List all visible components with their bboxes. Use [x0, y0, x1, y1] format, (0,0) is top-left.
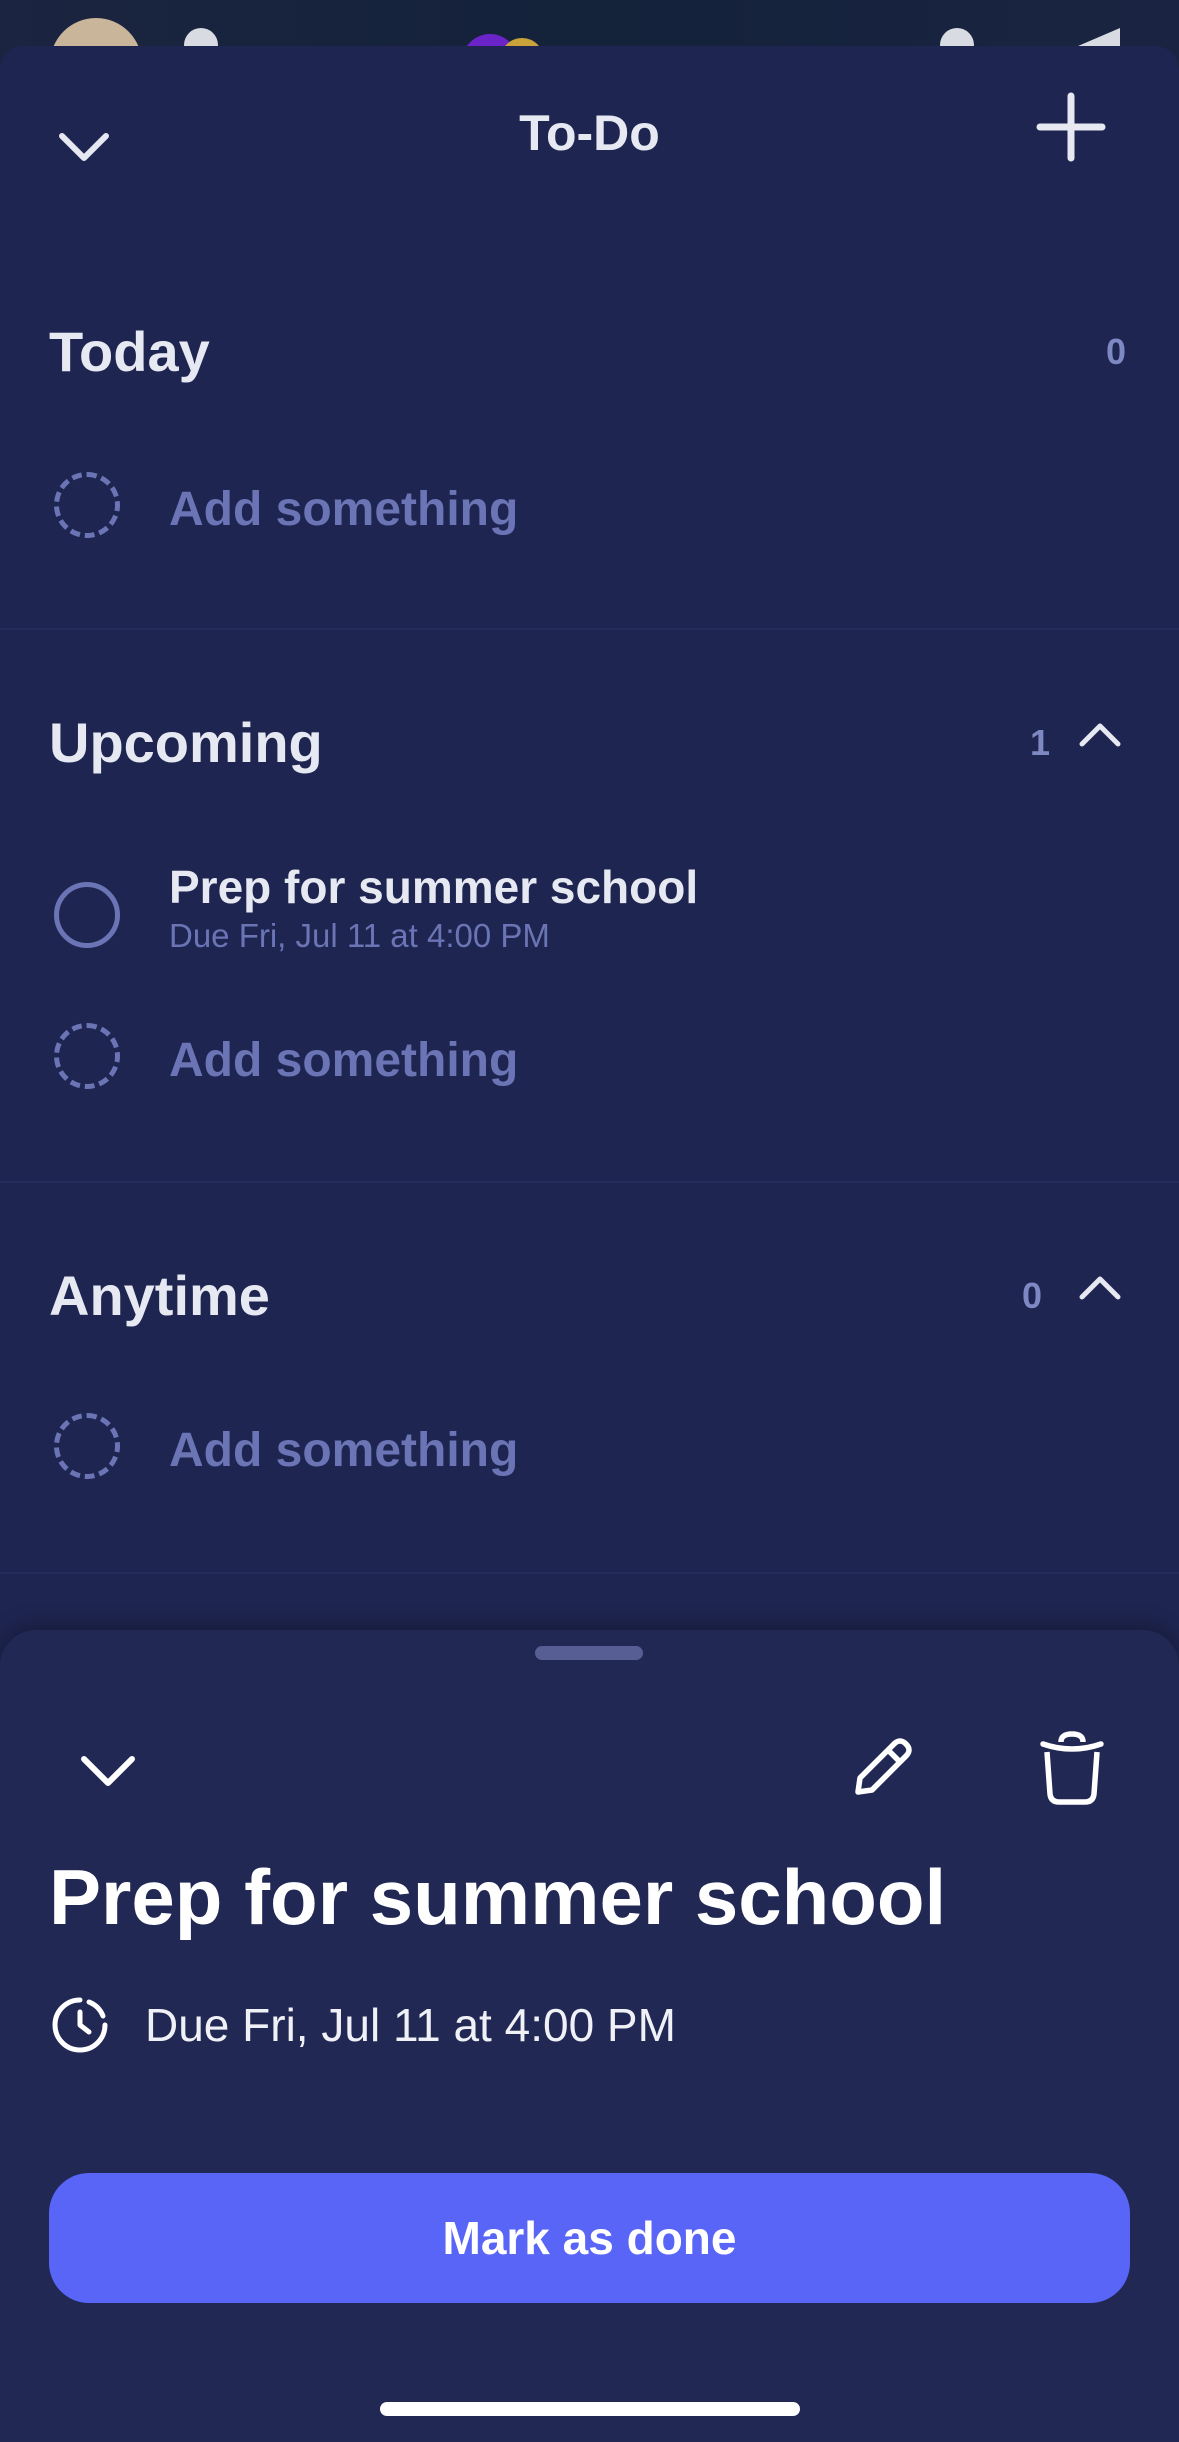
- collapse-section-button[interactable]: [1078, 1273, 1122, 1306]
- delete-button[interactable]: [1026, 1722, 1118, 1814]
- detail-due-date: Due Fri, Jul 11 at 4:00 PM: [145, 1999, 676, 2051]
- chevron-up-icon: [1079, 1276, 1121, 1300]
- mark-as-done-button[interactable]: Mark as done: [49, 2173, 1130, 2303]
- add-something-row[interactable]: Add something: [0, 468, 1179, 568]
- add-circle-icon: [54, 472, 120, 538]
- task-title: Prep for summer school: [169, 861, 699, 913]
- add-circle-icon: [54, 1023, 120, 1089]
- task-detail-sheet: Prep for summer school Due Fri, Jul 11 a…: [0, 1630, 1179, 2442]
- task-checkbox[interactable]: [54, 882, 120, 948]
- plus-icon: [1036, 92, 1106, 162]
- task-row[interactable]: Prep for summer school Due Fri, Jul 11 a…: [0, 860, 1179, 970]
- edit-button[interactable]: [836, 1722, 928, 1814]
- todo-sheet: To-Do Today 0 Add something Upcoming 1 P…: [0, 46, 1179, 2442]
- clock-icon: [52, 1997, 108, 2053]
- section-title: Anytime: [49, 1264, 270, 1327]
- home-indicator: [380, 2402, 800, 2416]
- detail-due-row: Due Fri, Jul 11 at 4:00 PM: [49, 1990, 676, 2060]
- section-today: Today 0 Add something: [0, 221, 1179, 630]
- header: To-Do: [0, 46, 1179, 221]
- add-something-label: Add something: [169, 1034, 519, 1087]
- section-title: Today: [49, 320, 210, 383]
- add-something-label: Add something: [169, 1424, 519, 1477]
- pencil-icon: [855, 1738, 912, 1795]
- collapse-section-button[interactable]: [1078, 720, 1122, 753]
- add-circle-icon: [54, 1413, 120, 1479]
- sheet-grabber[interactable]: [535, 1646, 643, 1660]
- section-title: Upcoming: [49, 711, 323, 774]
- section-count: 0: [1106, 331, 1127, 372]
- section-count: 0: [1022, 1275, 1043, 1316]
- section-anytime: Anytime 0 Add something: [0, 1183, 1179, 1574]
- chevron-down-icon: [81, 1756, 135, 1786]
- close-detail-button[interactable]: [66, 1728, 150, 1812]
- trash-icon: [1040, 1731, 1104, 1805]
- chevron-up-icon: [1079, 723, 1121, 747]
- add-something-label: Add something: [169, 483, 519, 536]
- page-title: To-Do: [519, 105, 660, 161]
- detail-task-title: Prep for summer school: [49, 1853, 947, 1941]
- add-something-row[interactable]: Add something: [0, 1413, 1179, 1513]
- add-task-button[interactable]: [1030, 86, 1112, 168]
- add-something-row[interactable]: Add something: [0, 1023, 1179, 1123]
- task-due-date: Due Fri, Jul 11 at 4:00 PM: [169, 917, 550, 954]
- section-upcoming: Upcoming 1 Prep for summer school Due Fr…: [0, 630, 1179, 1183]
- section-count: 1: [1030, 722, 1051, 763]
